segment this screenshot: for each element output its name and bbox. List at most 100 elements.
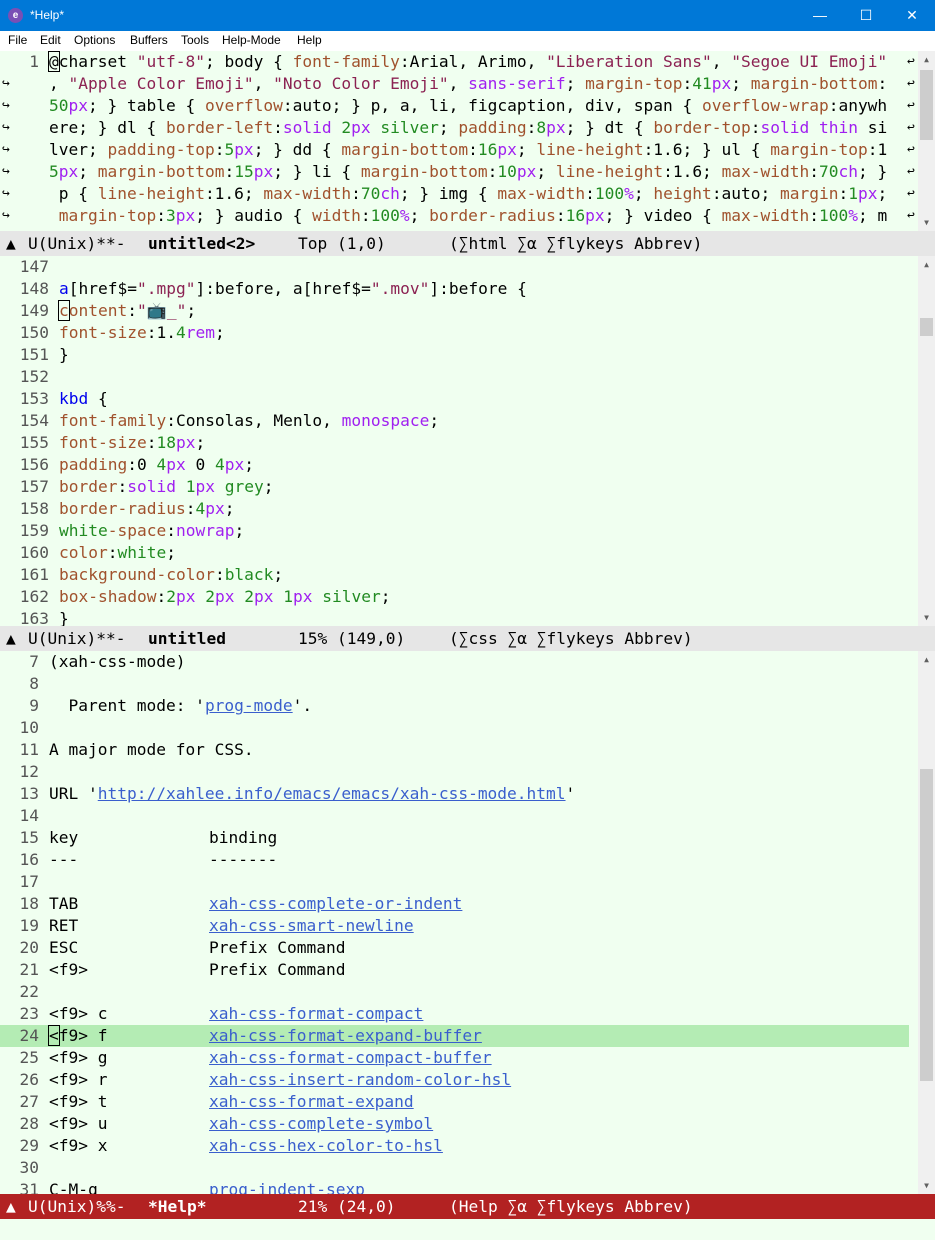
scroll-up-arrow-icon[interactable]: ▲	[918, 651, 935, 668]
code-text[interactable]: padding:0 4px 0 4px;	[59, 454, 254, 476]
modeline-modes[interactable]: (Help ∑α ∑flykeys Abbrev)	[449, 1194, 693, 1219]
help-line[interactable]: 22	[0, 981, 917, 1003]
keybinding-row[interactable]: 20 ESC Prefix Command	[0, 937, 917, 959]
scroll-up-arrow-icon[interactable]: ▲	[918, 51, 935, 68]
buffer-text-help[interactable]: 7 (xah-css-mode) 8 9 Parent mode: 'prog-mod…	[0, 651, 917, 1194]
code-text[interactable]: margin-top:3px; } audio { width:100%; bo…	[49, 205, 888, 227]
code-line[interactable]: 161 background-color:black;	[0, 564, 917, 586]
code-text[interactable]: font-size:18px;	[59, 432, 205, 454]
code-text[interactable]: }	[59, 608, 69, 626]
code-line[interactable]: ere; } dl { border-left:solid 2px silver…	[0, 117, 917, 139]
code-text[interactable]: font-family:Consolas, Menlo, monospace;	[59, 410, 439, 432]
code-text[interactable]: content:"📺_";	[58, 300, 196, 322]
code-text[interactable]: 50px; } table { overflow:auto; } p, a, l…	[49, 95, 887, 117]
buffer-text-middle[interactable]: 147 148 a[href$=".mpg"]:before, a[href$=".…	[0, 256, 917, 626]
modeline-middle[interactable]: ▲ U(Unix)**- untitled 15% (149,0) (∑css …	[0, 626, 935, 651]
command-link[interactable]: xah-css-format-expand-buffer	[209, 1025, 482, 1047]
code-text[interactable]: ere; } dl { border-left:solid 2px silver…	[49, 117, 887, 139]
code-text[interactable]: border-radius:4px;	[59, 498, 234, 520]
menu-options[interactable]: Options	[74, 33, 115, 47]
command-link[interactable]: xah-css-hex-color-to-hsl	[209, 1135, 443, 1157]
keybinding-row[interactable]: 28 <f9> u xah-css-complete-symbol	[0, 1113, 917, 1135]
help-line[interactable]: 30	[0, 1157, 917, 1179]
code-text[interactable]: kbd {	[59, 388, 108, 410]
keybinding-row[interactable]: 29 <f9> x xah-css-hex-color-to-hsl	[0, 1135, 917, 1157]
scrollbar-thumb-help[interactable]	[920, 769, 933, 1081]
code-line[interactable]: 153 kbd {	[0, 388, 917, 410]
code-text[interactable]: a[href$=".mpg"]:before, a[href$=".mov"]:…	[59, 278, 527, 300]
modeline-buffer-name[interactable]: untitled<2>	[148, 231, 255, 256]
code-line[interactable]: 147	[0, 256, 917, 278]
code-line[interactable]: 150 font-size:1.4rem;	[0, 322, 917, 344]
scrollbar-thumb-top[interactable]	[920, 70, 933, 140]
code-text[interactable]: @charset "utf-8"; body { font-family:Ari…	[48, 51, 887, 73]
prog-mode-link[interactable]: prog-mode	[205, 696, 293, 715]
command-link[interactable]: xah-css-complete-symbol	[209, 1113, 433, 1135]
menu-edit[interactable]: Edit	[40, 33, 61, 47]
help-line[interactable]: 8	[0, 673, 917, 695]
buffer-window-help[interactable]: 7 (xah-css-mode) 8 9 Parent mode: 'prog-mod…	[0, 651, 935, 1194]
code-line[interactable]: 148 a[href$=".mpg"]:before, a[href$=".mov…	[0, 278, 917, 300]
menu-help-mode[interactable]: Help-Mode	[222, 33, 281, 47]
keybinding-row[interactable]: 31 C-M-q prog-indent-sexp	[0, 1179, 917, 1194]
keybinding-row[interactable]: 24 <f9> f xah-css-format-expand-buffer	[0, 1025, 917, 1047]
maximize-button[interactable]: ☐	[843, 0, 889, 31]
scrollbar-thumb-middle[interactable]	[920, 318, 933, 336]
code-line[interactable]: 163}	[0, 608, 917, 626]
scroll-down-arrow-icon[interactable]: ▼	[918, 1177, 935, 1194]
modeline-top[interactable]: ▲ U(Unix)**- untitled<2> Top (1,0) (∑htm…	[0, 231, 935, 256]
command-link[interactable]: xah-css-format-compact-buffer	[209, 1047, 492, 1069]
scrollbar-top[interactable]: ▲ ▼	[918, 51, 935, 231]
code-line[interactable]: , "Apple Color Emoji", "Noto Color Emoji…	[0, 73, 917, 95]
keybinding-row[interactable]: 18 TAB xah-css-complete-or-indent	[0, 893, 917, 915]
code-line[interactable]: margin-top:3px; } audio { width:100%; bo…	[0, 205, 917, 227]
code-text[interactable]: lver; padding-top:5px; } dd { margin-bot…	[49, 139, 887, 161]
code-line[interactable]: p { line-height:1.6; max-width:70ch; } i…	[0, 183, 917, 205]
close-button[interactable]: ✕	[889, 0, 935, 31]
help-line[interactable]: 7 (xah-css-mode)	[0, 651, 917, 673]
modeline-help[interactable]: ▲ U(Unix)%%- *Help* 21% (24,0) (Help ∑α …	[0, 1194, 935, 1219]
code-line[interactable]: 155 font-size:18px;	[0, 432, 917, 454]
keybinding-row[interactable]: 21 <f9> Prefix Command	[0, 959, 917, 981]
code-line[interactable]: 152	[0, 366, 917, 388]
help-line[interactable]: 9 Parent mode: 'prog-mode'.	[0, 695, 917, 717]
help-line[interactable]: 12	[0, 761, 917, 783]
scrollbar-middle[interactable]: ▲ ▼	[918, 256, 935, 626]
code-line[interactable]: 50px; } table { overflow:auto; } p, a, l…	[0, 95, 917, 117]
code-line[interactable]: 159 white-space:nowrap;	[0, 520, 917, 542]
minimize-button[interactable]: —	[797, 0, 843, 31]
help-line[interactable]: 14	[0, 805, 917, 827]
code-line[interactable]: 151}	[0, 344, 917, 366]
command-link[interactable]: prog-indent-sexp	[209, 1179, 365, 1194]
modeline-buffer-name[interactable]: untitled	[148, 626, 226, 651]
help-line[interactable]: 11 A major mode for CSS.	[0, 739, 917, 761]
command-link[interactable]: xah-css-format-expand	[209, 1091, 414, 1113]
help-line[interactable]: 17	[0, 871, 917, 893]
modeline-buffer-name[interactable]: *Help*	[148, 1194, 206, 1219]
scrollbar-help[interactable]: ▲ ▼	[918, 651, 935, 1194]
keybinding-row[interactable]: 16 --- -------	[0, 849, 917, 871]
buffer-window-middle[interactable]: 147 148 a[href$=".mpg"]:before, a[href$=".…	[0, 256, 935, 626]
code-line[interactable]: 1 @charset "utf-8"; body { font-family:Ar…	[0, 51, 917, 73]
code-line[interactable]: 158 border-radius:4px;	[0, 498, 917, 520]
command-link[interactable]: xah-css-format-compact	[209, 1003, 423, 1025]
code-line[interactable]: 154 font-family:Consolas, Menlo, monospac…	[0, 410, 917, 432]
menu-tools[interactable]: Tools	[181, 33, 209, 47]
keybinding-row[interactable]: 15 key binding	[0, 827, 917, 849]
code-line[interactable]: 149 content:"📺_";	[0, 300, 917, 322]
code-line[interactable]: lver; padding-top:5px; } dd { margin-bot…	[0, 139, 917, 161]
help-line[interactable]: 13 URL 'http://xahlee.info/emacs/emacs/xa…	[0, 783, 917, 805]
modeline-modes[interactable]: (∑css ∑α ∑flykeys Abbrev)	[449, 626, 693, 651]
menu-buffers[interactable]: Buffers	[130, 33, 168, 47]
command-link[interactable]: xah-css-complete-or-indent	[209, 893, 462, 915]
keybinding-row[interactable]: 19 RET xah-css-smart-newline	[0, 915, 917, 937]
code-text[interactable]: border:solid 1px grey;	[59, 476, 273, 498]
scroll-down-arrow-icon[interactable]: ▼	[918, 214, 935, 231]
code-text[interactable]: color:white;	[59, 542, 176, 564]
code-line[interactable]: 157 border:solid 1px grey;	[0, 476, 917, 498]
code-text[interactable]: }	[59, 344, 69, 366]
code-text[interactable]: p { line-height:1.6; max-width:70ch; } i…	[49, 183, 888, 205]
command-link[interactable]: xah-css-smart-newline	[209, 915, 414, 937]
code-line[interactable]: 162 box-shadow:2px 2px 2px 1px silver;	[0, 586, 917, 608]
menu-help[interactable]: Help	[297, 33, 322, 47]
